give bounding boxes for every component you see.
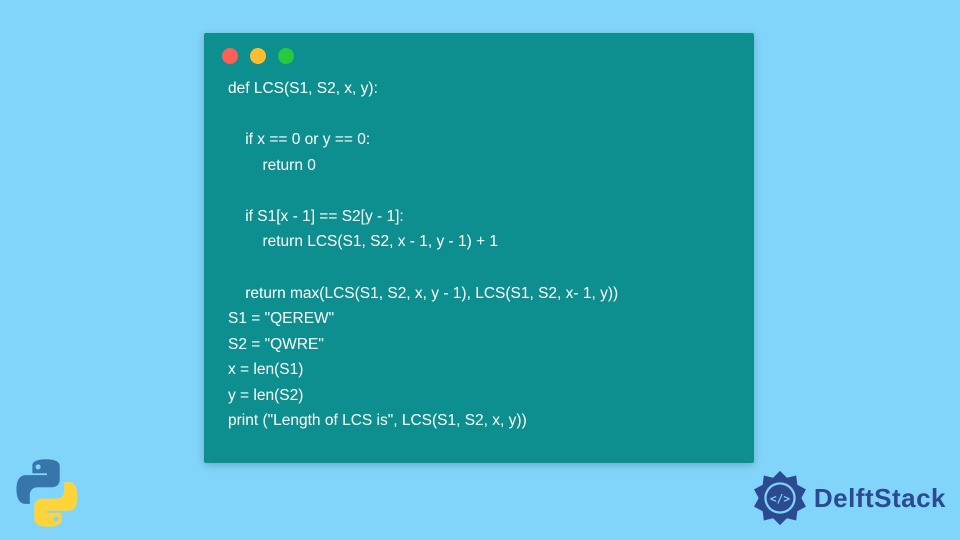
svg-text:</>: </> — [770, 492, 790, 505]
delftstack-brand: </> DelftStack — [752, 470, 946, 526]
close-icon — [222, 48, 238, 64]
code-content: def LCS(S1, S2, x, y): if x == 0 or y ==… — [204, 72, 754, 452]
maximize-icon — [278, 48, 294, 64]
minimize-icon — [250, 48, 266, 64]
brand-name: DelftStack — [814, 483, 946, 514]
delftstack-badge-icon: </> — [752, 470, 808, 526]
code-window: def LCS(S1, S2, x, y): if x == 0 or y ==… — [204, 33, 754, 463]
window-controls — [204, 33, 754, 72]
python-logo-icon — [12, 458, 82, 528]
